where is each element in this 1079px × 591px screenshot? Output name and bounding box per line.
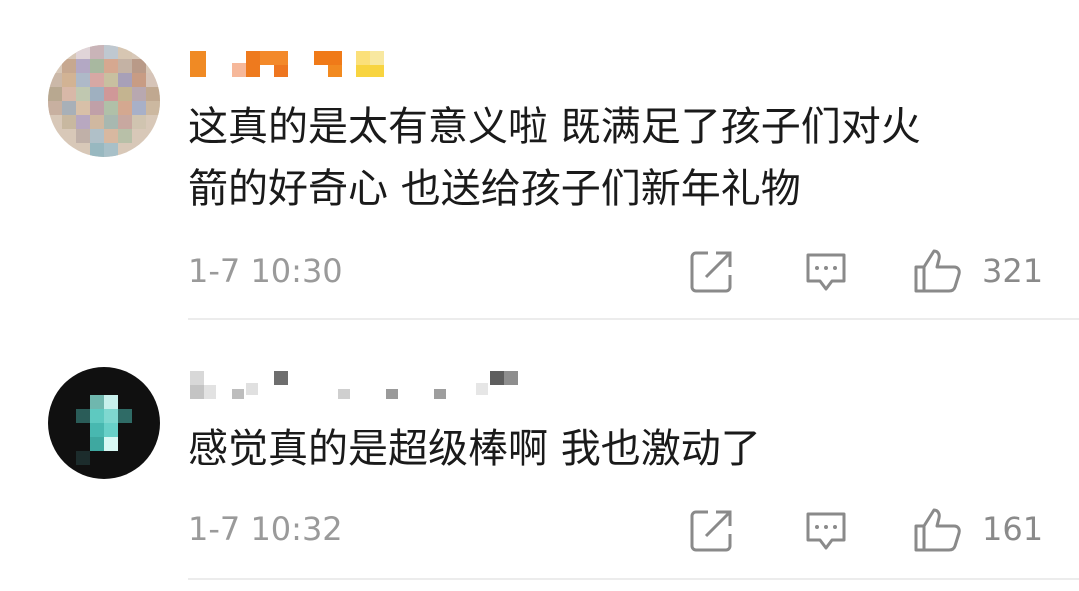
comment-timestamp: 1-7 10:30 [188,252,343,290]
pixelated-avatar-icon [48,45,160,157]
thumbs-up-icon[interactable] [912,506,961,554]
divider [188,318,1079,320]
pixelated-username [190,371,518,399]
like-count: 321 [982,252,1044,290]
pixelated-username [190,51,384,77]
comment-item: 感觉真的是超级棒啊 我也激动了 1-7 10:32 161 [0,322,1079,584]
divider [188,578,1079,580]
user-avatar[interactable] [48,367,160,479]
username[interactable] [190,45,410,79]
comment-timestamp: 1-7 10:32 [188,510,343,548]
like-count: 161 [982,510,1044,548]
comment-icon[interactable] [802,506,850,554]
comment-icon[interactable] [802,247,850,295]
comment-item: 这真的是太有意义啦 既满足了孩子们对火 箭的好奇心 也送给孩子们新年礼物 1-7… [0,0,1079,320]
share-icon[interactable] [688,506,736,554]
thumbs-up-icon[interactable] [912,247,961,295]
pixelated-avatar-icon [48,367,160,479]
comment-text: 感觉真的是超级棒啊 我也激动了 [188,426,761,472]
comment-text: 这真的是太有意义啦 既满足了孩子们对火 箭的好奇心 也送给孩子们新年礼物 [188,104,921,212]
share-icon[interactable] [688,247,736,295]
username[interactable] [190,367,530,401]
user-avatar[interactable] [48,45,160,157]
